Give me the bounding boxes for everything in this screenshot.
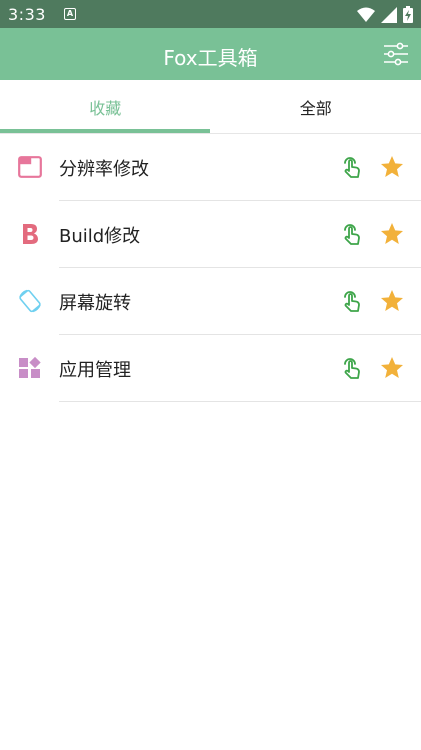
list-item[interactable]: 分辨率修改 — [0, 134, 421, 201]
widgets-icon — [17, 355, 43, 381]
star-icon[interactable] — [379, 355, 405, 381]
status-icons — [357, 6, 413, 23]
a-app-notification-icon: A — [63, 8, 76, 20]
screen-rotation-icon — [17, 288, 43, 314]
bold-b-icon — [17, 221, 43, 247]
wifi-icon — [357, 7, 375, 22]
list-item[interactable]: 应用管理 — [0, 335, 421, 402]
star-icon[interactable] — [379, 288, 405, 314]
item-label: 分辨率修改 — [59, 159, 149, 180]
item-label: 应用管理 — [59, 360, 131, 381]
window-icon — [17, 154, 43, 180]
list-item[interactable]: 屏幕旋转 — [0, 268, 421, 335]
tab-all[interactable]: 全部 — [211, 80, 421, 134]
app-screen: 3:33 A Fox工具箱 收藏 全部 分辨率修改 Build修改 屏幕旋转 应… — [0, 0, 421, 750]
battery-charging-icon — [403, 6, 413, 23]
cell-signal-icon — [381, 6, 397, 23]
tab-favorites[interactable]: 收藏 — [0, 80, 211, 134]
item-label: Build修改 — [59, 226, 141, 247]
touch-app-icon[interactable] — [338, 354, 366, 382]
tab-bar: 收藏 全部 — [0, 80, 421, 134]
list-item[interactable]: Build修改 — [0, 201, 421, 268]
app-title: Fox工具箱 — [163, 46, 258, 70]
touch-app-icon[interactable] — [338, 153, 366, 181]
tune-icon[interactable] — [383, 41, 409, 67]
app-bar: Fox工具箱 — [0, 28, 421, 80]
star-icon[interactable] — [379, 154, 405, 180]
star-icon[interactable] — [379, 221, 405, 247]
touch-app-icon[interactable] — [338, 287, 366, 315]
divider — [59, 401, 421, 402]
tab-indicator — [0, 129, 210, 133]
status-time: 3:33 — [8, 4, 46, 24]
tool-list: 分辨率修改 Build修改 屏幕旋转 应用管理 — [0, 134, 421, 402]
status-bar: 3:33 A — [0, 0, 421, 28]
item-label: 屏幕旋转 — [59, 293, 131, 314]
touch-app-icon[interactable] — [338, 220, 366, 248]
